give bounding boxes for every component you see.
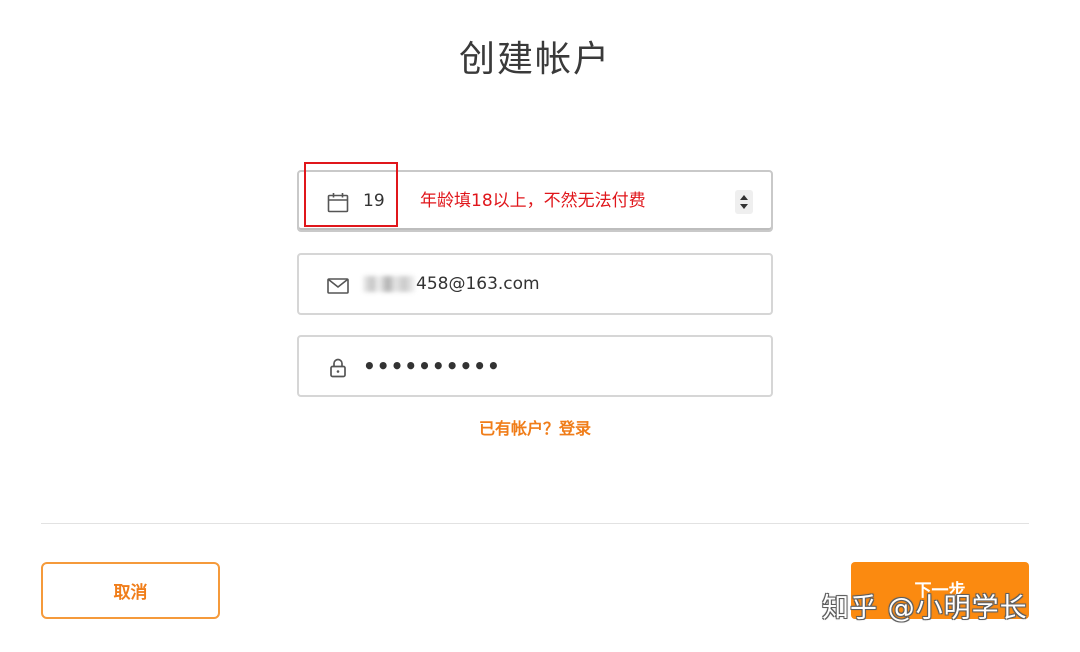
redacted-blur — [363, 276, 415, 292]
email-visible-text: 458@163.com — [416, 274, 540, 294]
divider — [41, 523, 1029, 524]
email-field[interactable]: 458@163.com — [297, 253, 773, 315]
annotation-text: 年龄填18以上，不然无法付费 — [420, 191, 646, 211]
lock-icon — [325, 355, 351, 381]
password-value[interactable]: •••••••••• — [363, 337, 501, 395]
password-field[interactable]: •••••••••• — [297, 335, 773, 397]
email-value[interactable]: 458@163.com — [363, 255, 540, 313]
annotation-highlight-box — [304, 162, 398, 227]
page-title: 创建帐户 — [458, 39, 611, 80]
login-link[interactable]: 已有帐户？登录 — [0, 415, 1070, 439]
watermark: 知乎 @小明学长 — [822, 593, 1028, 624]
cancel-button[interactable]: 取消 — [41, 562, 220, 619]
mail-icon — [325, 273, 351, 299]
age-stepper[interactable] — [735, 190, 753, 214]
